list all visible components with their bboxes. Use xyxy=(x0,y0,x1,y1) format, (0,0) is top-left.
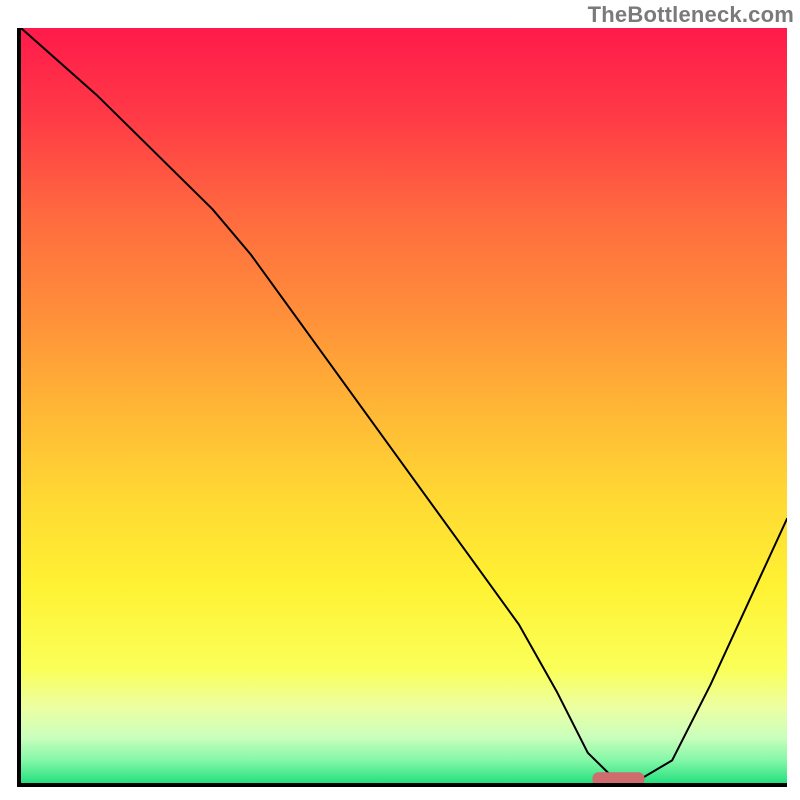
optimal-marker xyxy=(593,772,645,783)
chart-container: TheBottleneck.com xyxy=(0,0,800,800)
gradient-background xyxy=(21,28,787,783)
watermark-text: TheBottleneck.com xyxy=(588,2,794,28)
plot-svg xyxy=(21,28,787,783)
